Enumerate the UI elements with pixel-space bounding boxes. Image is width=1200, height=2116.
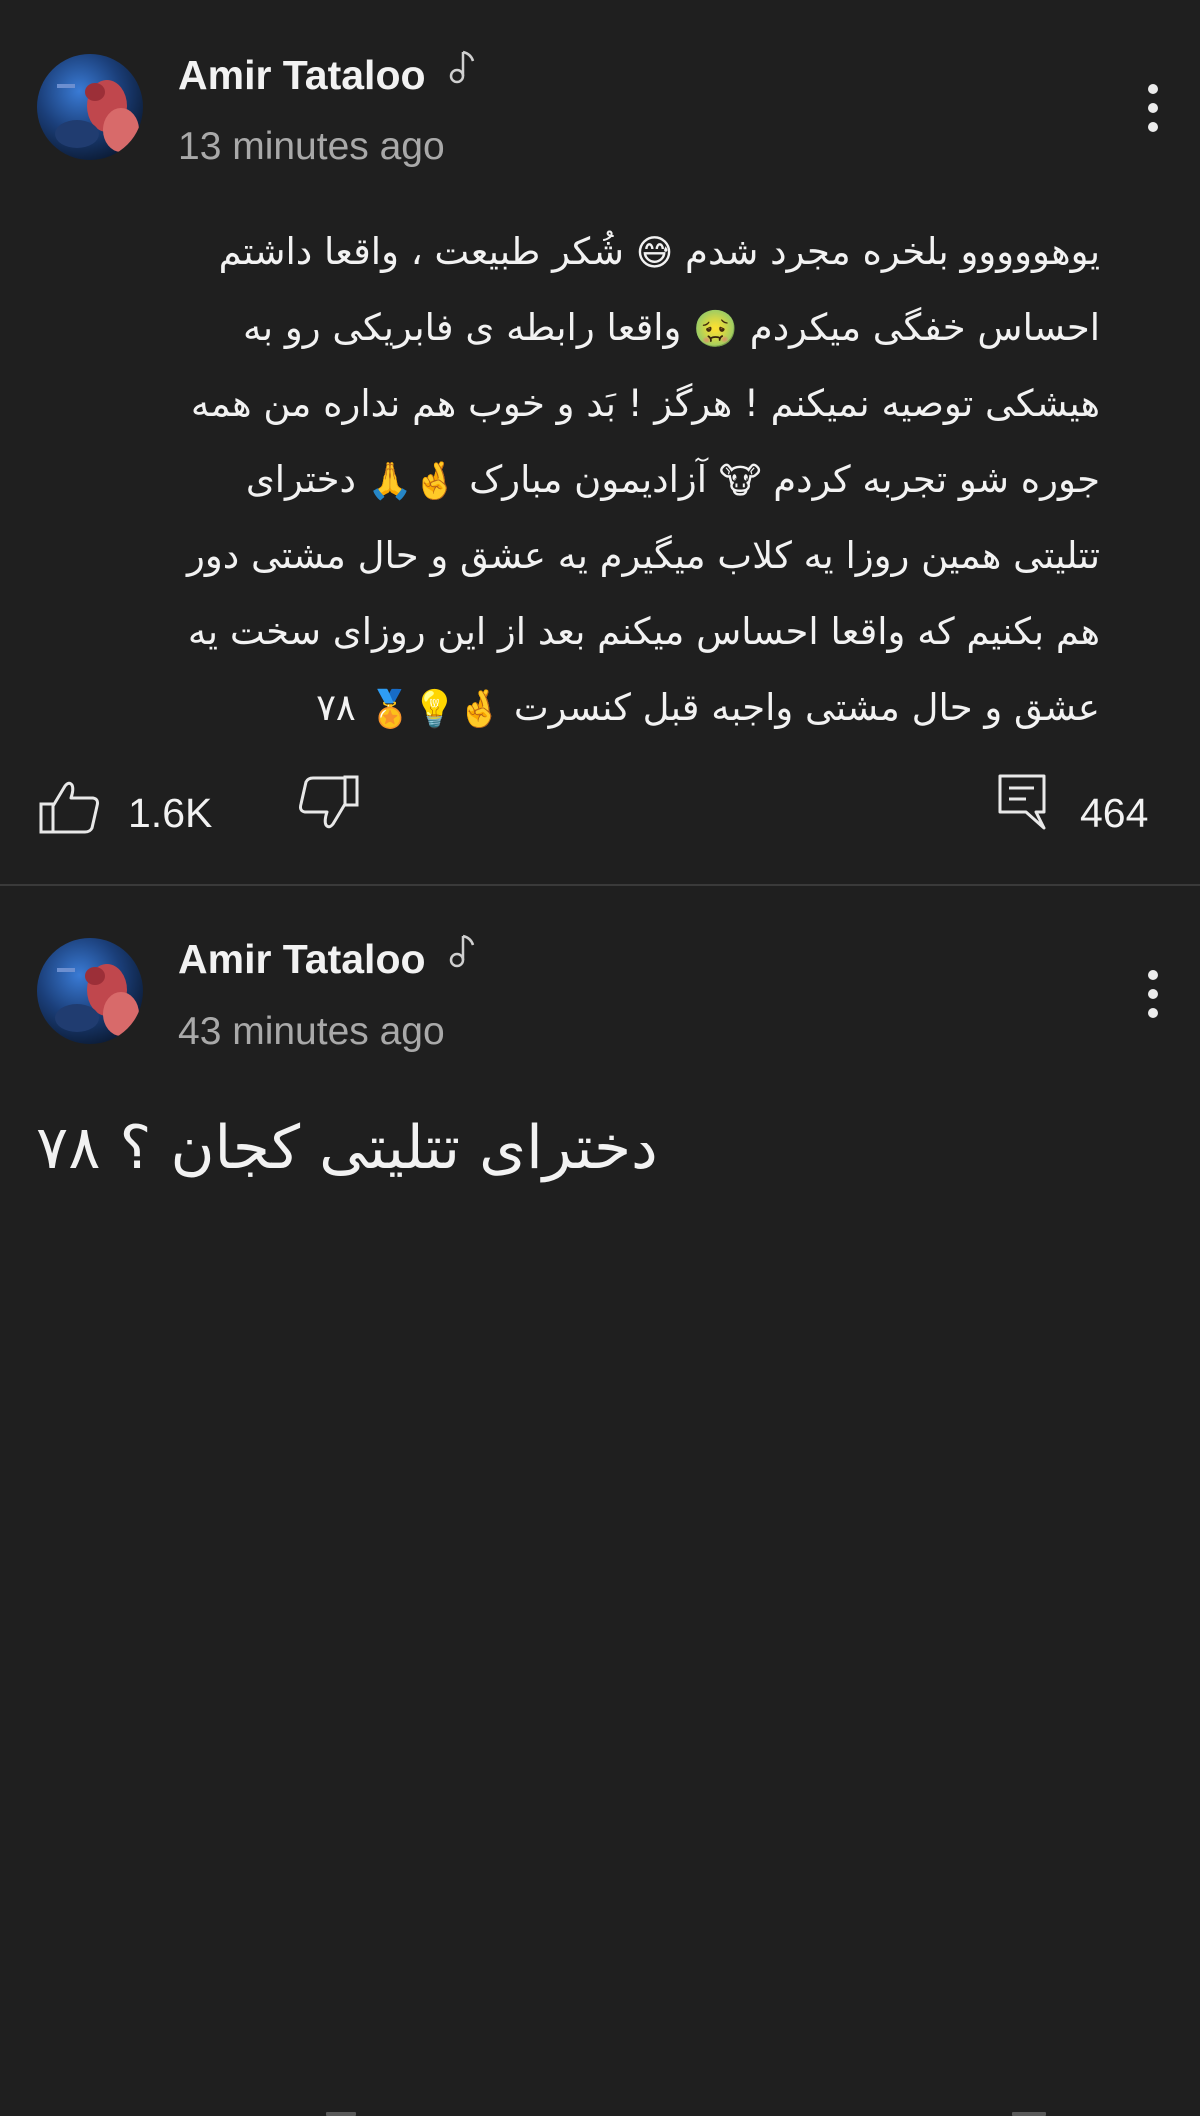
text-line: تتلیتی همین روزا یه کلاب میگیرم یه عشق و… xyxy=(36,518,1100,594)
author-name[interactable]: Amir Tataloo xyxy=(178,52,426,98)
text-segment: واقعا رابطه ی فابریکی رو به xyxy=(242,306,682,349)
like-icon[interactable] xyxy=(38,780,102,836)
comment-text: دخترای تتلیتی کجان ؟ ۷۸ xyxy=(36,1113,658,1183)
avatar[interactable] xyxy=(37,938,143,1044)
nauseated-emoji: 🤢 xyxy=(693,308,739,350)
text-segment: عشق و حال مشتی واجبه قبل کنسرت xyxy=(513,686,1100,729)
dislike-icon[interactable] xyxy=(296,774,360,832)
cut-off-icon xyxy=(1012,2112,1046,2116)
text-segment: جوره شو تجربه کردم xyxy=(773,458,1100,501)
crossed-fingers-pray-emoji: 🤞🙏 xyxy=(367,460,458,502)
more-options-icon[interactable] xyxy=(1133,78,1173,138)
more-options-icon[interactable] xyxy=(1133,964,1173,1024)
cut-off-icon xyxy=(326,2112,356,2116)
text-segment: احساس خفگی میکردم xyxy=(749,306,1100,349)
text-segment: هم بکنیم که واقعا احساس میکنم بعد از این… xyxy=(187,610,1100,653)
text-segment: دخترای xyxy=(245,458,356,501)
text-line: هیشکی توصیه نمیکنم ! هرگز ! بَد و خوب هم… xyxy=(36,366,1100,442)
text-segment: یوهووووو بلخره مجرد شدم xyxy=(685,230,1100,273)
author-name[interactable]: Amir Tataloo xyxy=(178,936,426,982)
cow-emoji: 🐮 xyxy=(718,460,762,502)
fingers-bulb-medal-emoji: 🤞💡🏅 xyxy=(367,688,503,730)
text-line: عشق و حال مشتی واجبه قبل کنسرت 🤞💡🏅 ۷۸ xyxy=(36,670,1100,746)
text-line: جوره شو تجربه کردم 🐮 آزادیمون مبارک 🤞🙏 د… xyxy=(36,442,1100,518)
music-note-icon xyxy=(449,50,475,84)
sweat-smile-emoji: 😅 xyxy=(635,232,674,274)
text-segment: آزادیمون مبارک xyxy=(469,458,708,501)
comment-timestamp: 43 minutes ago xyxy=(178,1010,445,1053)
text-segment: شُکر طبیعت ، واقعا داشتم xyxy=(218,230,624,273)
comment-card: Amir Tataloo 43 minutes ago دخترای تتلیت… xyxy=(0,886,1200,2116)
comment-text: یوهووووو بلخره مجرد شدم 😅 شُکر طبیعت ، و… xyxy=(36,214,1100,746)
text-line: احساس خفگی میکردم 🤢 واقعا رابطه ی فابریک… xyxy=(36,290,1100,366)
text-segment: تتلیتی همین روزا یه کلاب میگیرم یه عشق و… xyxy=(187,534,1100,577)
comment-timestamp: 13 minutes ago xyxy=(178,125,445,168)
text-segment: هیشکی توصیه نمیکنم ! هرگز ! بَد و خوب هم… xyxy=(190,382,1100,425)
comment-card: Amir Tataloo 13 minutes ago یوهووووو بلخ… xyxy=(0,0,1200,884)
like-count: 1.6K xyxy=(128,790,213,836)
comment-icon[interactable] xyxy=(996,772,1048,832)
reply-count: 464 xyxy=(1080,790,1149,836)
text-line: یوهووووو بلخره مجرد شدم 😅 شُکر طبیعت ، و… xyxy=(36,214,1100,290)
music-note-icon xyxy=(449,934,475,968)
text-line: هم بکنیم که واقعا احساس میکنم بعد از این… xyxy=(36,594,1100,670)
text-segment: ۷۸ xyxy=(316,686,356,729)
avatar[interactable] xyxy=(37,54,143,160)
